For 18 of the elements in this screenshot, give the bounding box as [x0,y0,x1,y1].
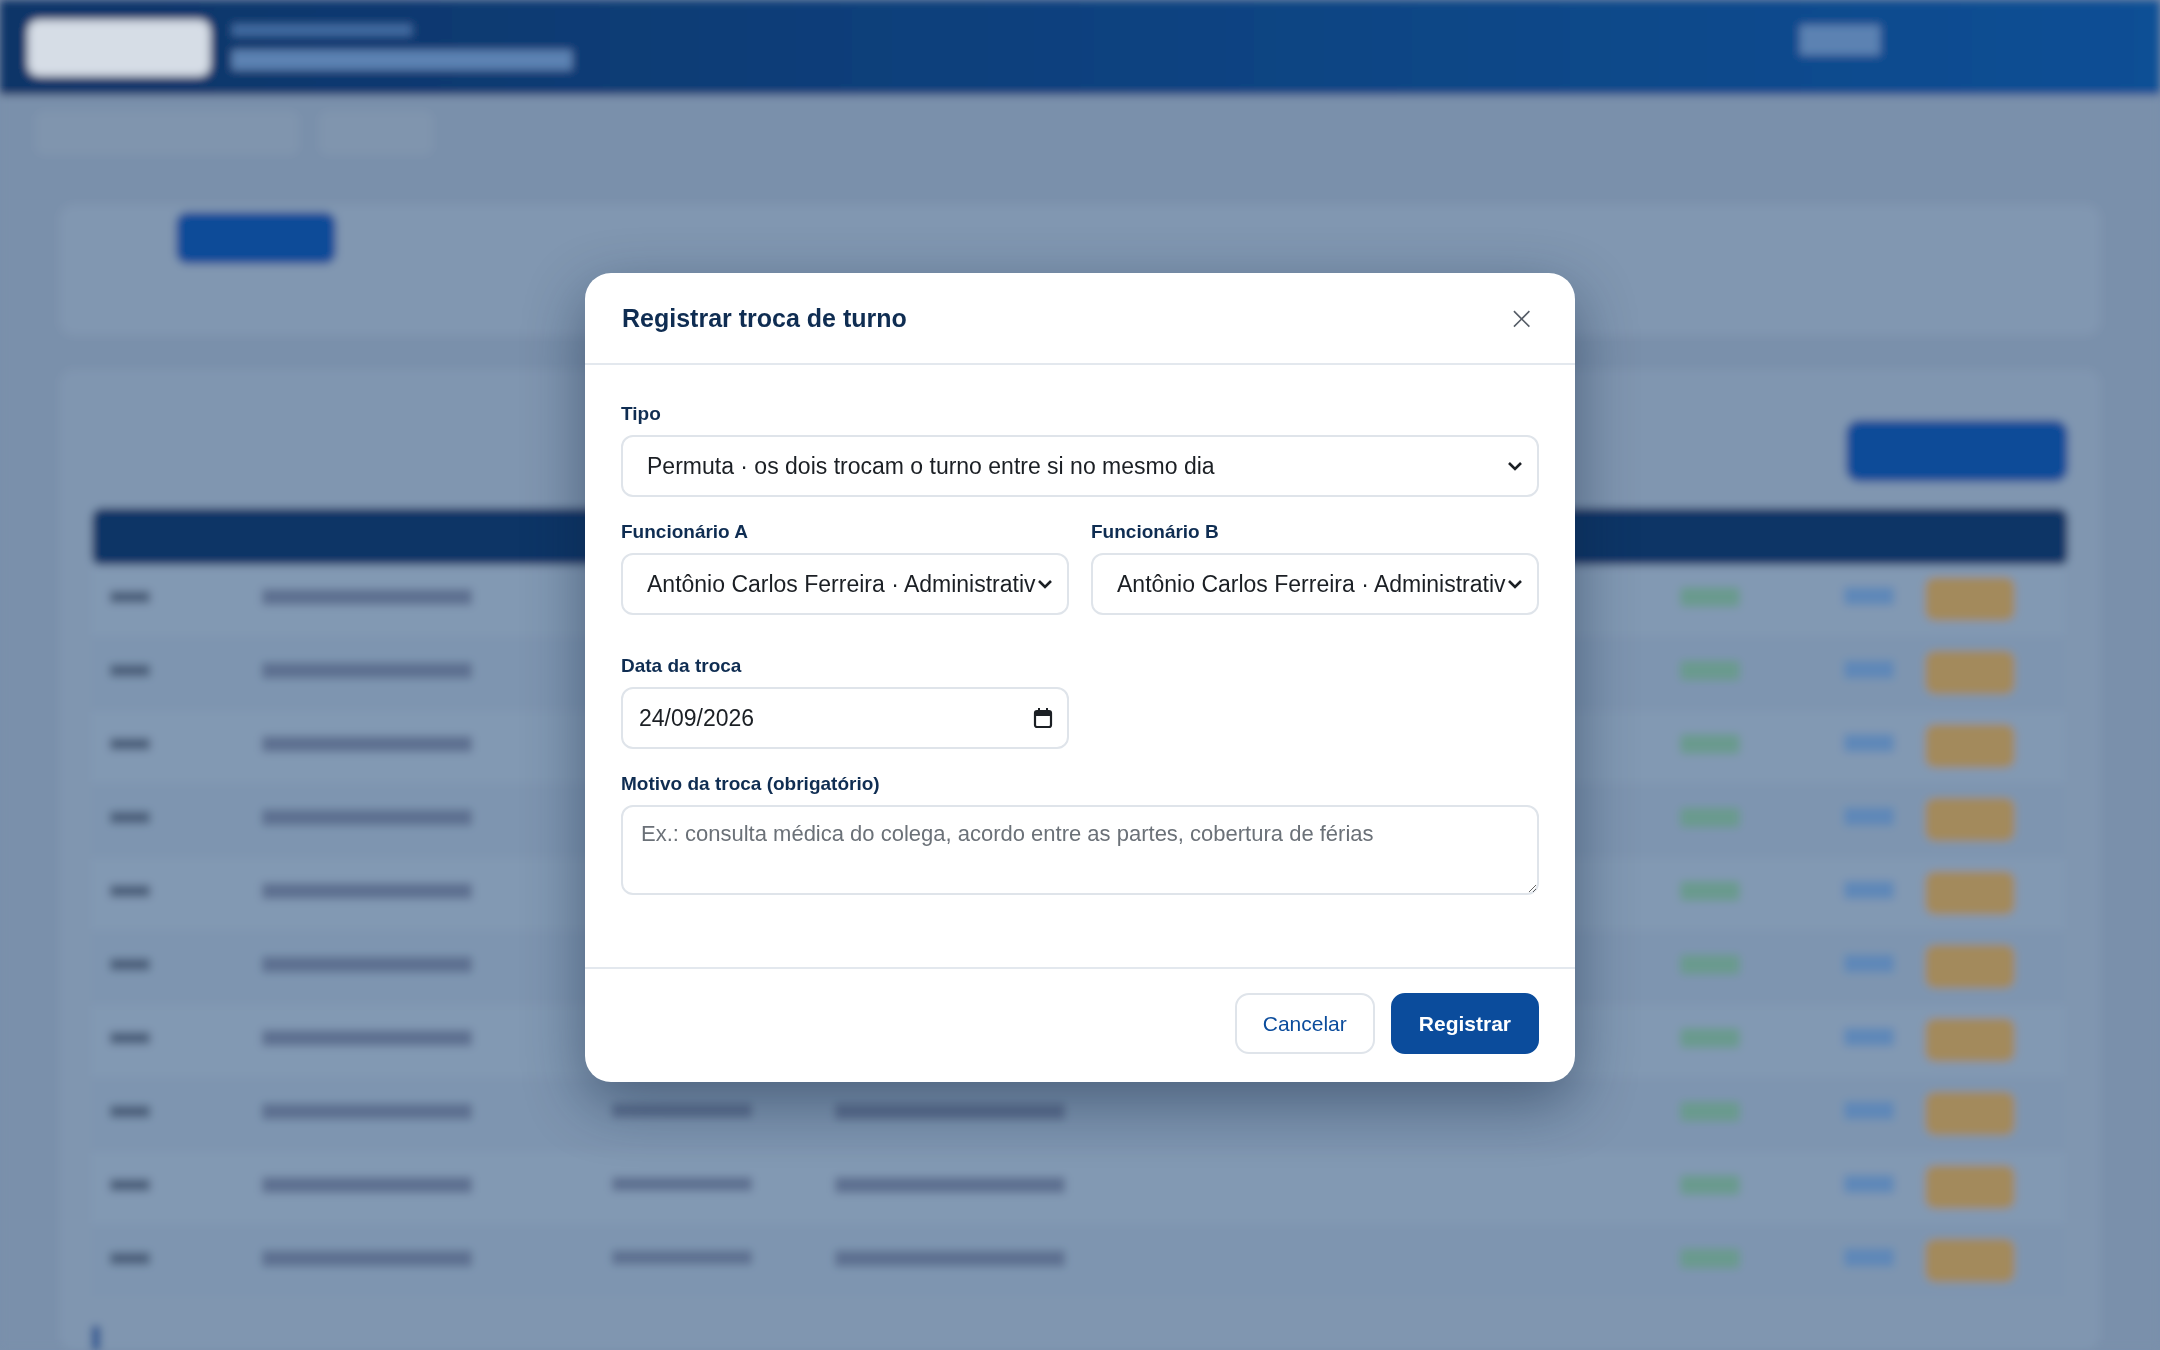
cancel-button[interactable]: Cancelar [1234,993,1375,1054]
field-label: Tipo [621,403,662,425]
field-label: Funcionário A [621,521,750,543]
chevron-down-icon [1037,578,1053,590]
field-label: Motivo da troca (obrigatório) [621,773,881,795]
select-field[interactable]: Antônio Carlos Ferreira · Administrativ [621,553,1069,615]
field-label: Data da troca [621,655,743,677]
close-button[interactable]: × [1504,302,1539,334]
select-field[interactable]: Antônio Carlos Ferreira · Administrativ [1091,553,1539,615]
field-label: Funcionário B [1091,521,1220,543]
date-field[interactable]: 24/09/2026 [621,687,1069,749]
calendar-icon [1033,707,1053,729]
submit-button[interactable]: Registrar [1390,993,1539,1054]
reason-field[interactable]: Ex.: consulta médica do colega, acordo entre as partes, cobertura de férias [621,805,1539,895]
chevron-down-icon [1507,578,1523,590]
select-field[interactable]: Permuta · os dois trocam o turno entre si no mesmo dia [621,435,1539,497]
dialog-title: Registrar troca de turno [622,303,907,333]
chevron-down-icon [1507,460,1523,472]
